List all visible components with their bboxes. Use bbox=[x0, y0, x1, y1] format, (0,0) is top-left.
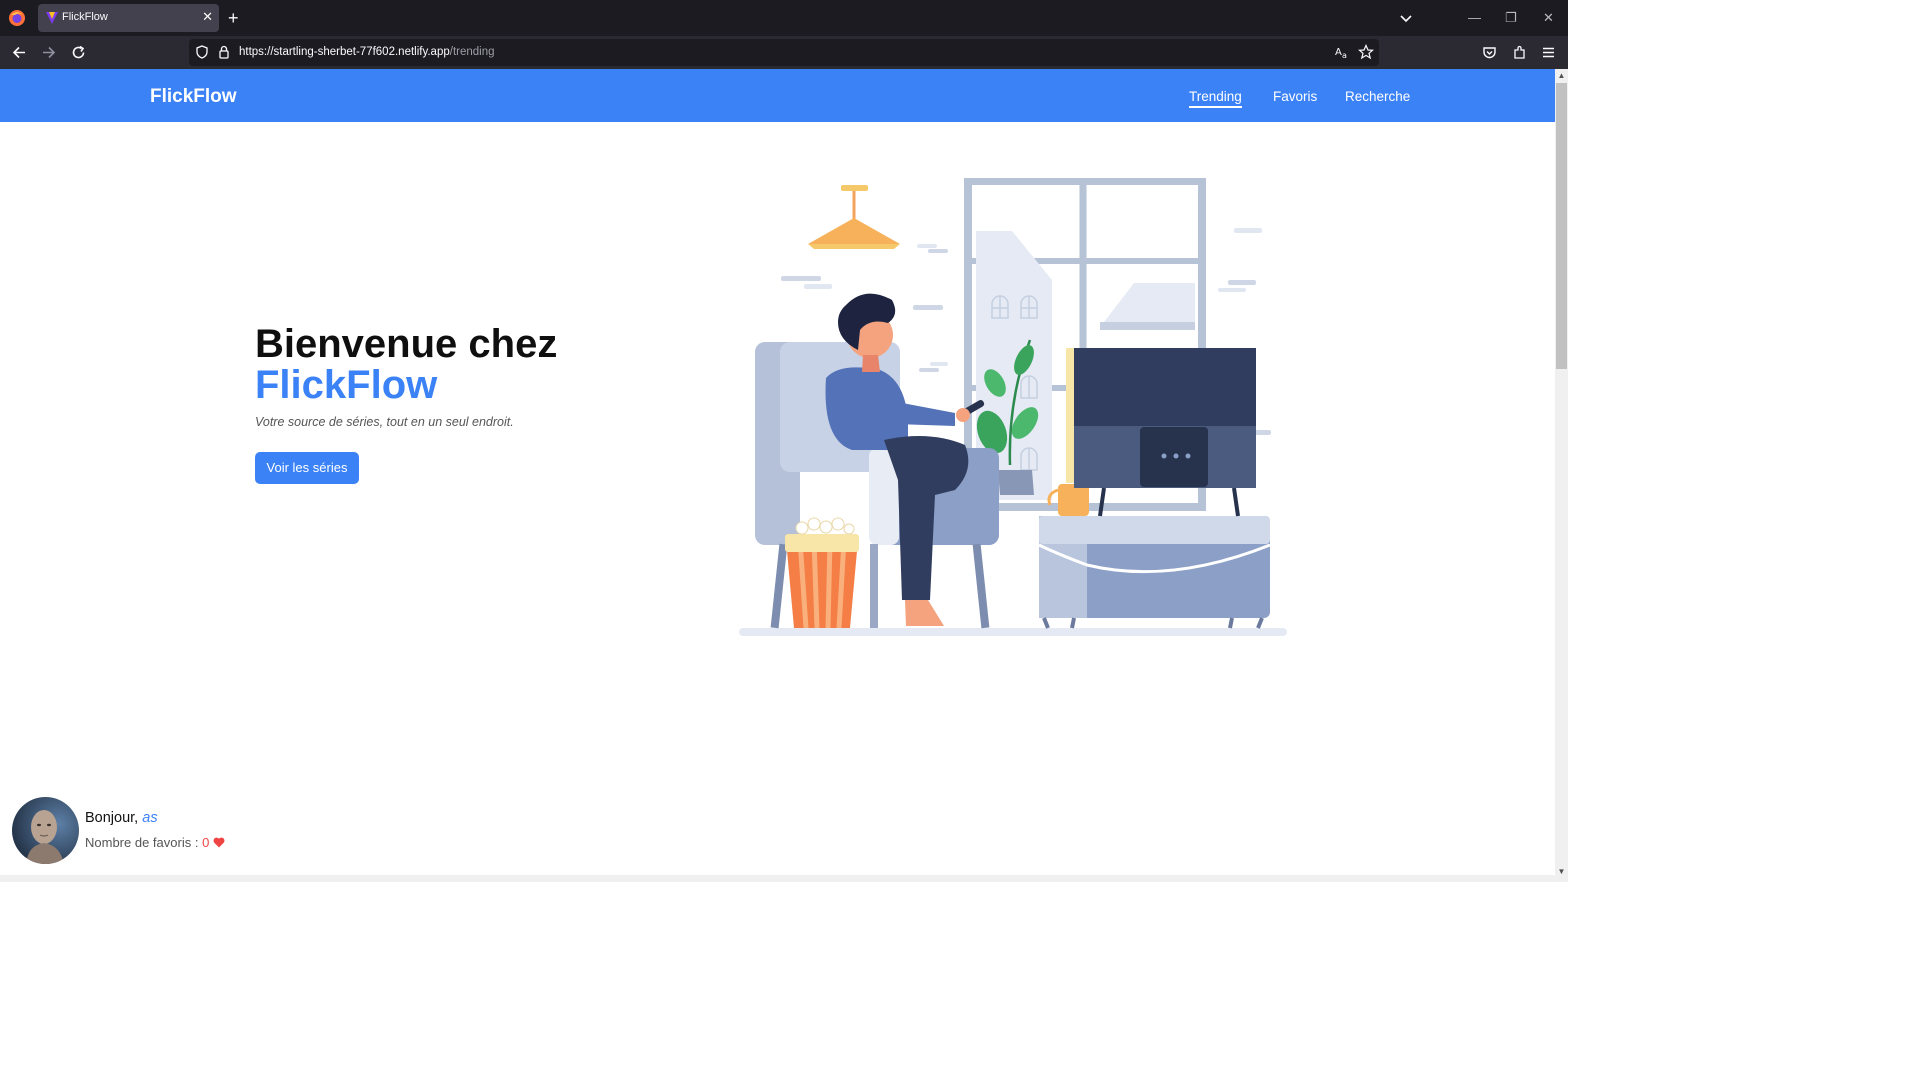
new-tab-icon[interactable]: + bbox=[228, 8, 239, 28]
favorites-count: Nombre de favoris : 0 bbox=[85, 835, 225, 850]
shield-icon[interactable] bbox=[194, 44, 210, 60]
greeting-text: Bonjour, bbox=[85, 810, 139, 826]
nav-link-recherche[interactable]: Recherche bbox=[1345, 89, 1410, 104]
tab-title: FlickFlow bbox=[62, 11, 108, 23]
reload-icon[interactable] bbox=[70, 44, 87, 61]
close-window-icon[interactable]: ✕ bbox=[1543, 8, 1554, 28]
chevron-down-icon[interactable] bbox=[1398, 10, 1414, 26]
avatar-portrait-icon bbox=[12, 797, 79, 864]
hero-title: Bienvenue chez FlickFlow bbox=[255, 324, 557, 406]
username: as bbox=[142, 810, 158, 826]
forward-arrow-icon[interactable] bbox=[40, 44, 57, 61]
hero-title-brand: FlickFlow bbox=[255, 363, 438, 407]
svg-text:A: A bbox=[1335, 47, 1342, 58]
pocket-icon[interactable] bbox=[1481, 44, 1498, 61]
hero-title-line1: Bienvenue chez bbox=[255, 322, 558, 366]
scrollbar-thumb[interactable] bbox=[1556, 83, 1567, 369]
scroll-down-icon[interactable]: ▼ bbox=[1556, 867, 1567, 876]
greeting: Bonjour, as bbox=[85, 810, 158, 826]
browser-tab-bar: FlickFlow ✕ + — ❐ ✕ bbox=[0, 0, 1568, 36]
heart-icon bbox=[213, 837, 225, 848]
hero-subtitle: Votre source de séries, tout en un seul … bbox=[255, 415, 514, 429]
favorites-count-value: 0 bbox=[202, 835, 210, 850]
firefox-logo-icon[interactable] bbox=[8, 9, 26, 27]
nav-link-favoris[interactable]: Favoris bbox=[1273, 89, 1317, 104]
see-series-button[interactable]: Voir les séries bbox=[255, 452, 359, 484]
nav-link-trending[interactable]: Trending bbox=[1189, 89, 1242, 108]
url-path: /trending bbox=[449, 46, 495, 58]
restore-icon[interactable]: ❐ bbox=[1505, 8, 1517, 28]
extensions-icon[interactable] bbox=[1511, 44, 1528, 61]
svg-text:a: a bbox=[1342, 51, 1347, 60]
vertical-scrollbar[interactable]: ▲ ▼ bbox=[1555, 69, 1568, 882]
avatar[interactable] bbox=[12, 797, 79, 864]
browser-nav-bar: https://startling-sherbet-77f602.netlify… bbox=[0, 36, 1568, 69]
url-text[interactable]: https://startling-sherbet-77f602.netlify… bbox=[239, 46, 495, 58]
minimize-icon[interactable]: — bbox=[1468, 8, 1481, 28]
translate-icon[interactable]: A a bbox=[1334, 44, 1350, 60]
hero-illustration bbox=[739, 178, 1287, 636]
url-host: https://startling-sherbet-77f602.netlify… bbox=[239, 46, 450, 58]
brand-logo[interactable]: FlickFlow bbox=[150, 86, 237, 108]
site-header: FlickFlow Trending Favoris Recherche bbox=[0, 69, 1555, 122]
favorites-label: Nombre de favoris : bbox=[85, 835, 199, 850]
bookmark-star-icon[interactable] bbox=[1358, 44, 1374, 60]
scroll-up-icon[interactable]: ▲ bbox=[1556, 71, 1567, 80]
flickflow-favicon-icon bbox=[46, 12, 58, 24]
lock-icon[interactable] bbox=[216, 44, 232, 60]
horizontal-scrollbar[interactable] bbox=[0, 875, 1555, 882]
menu-icon[interactable] bbox=[1540, 44, 1557, 61]
back-arrow-icon[interactable] bbox=[11, 44, 28, 61]
browser-tab[interactable]: FlickFlow ✕ bbox=[38, 4, 219, 32]
close-tab-icon[interactable]: ✕ bbox=[202, 9, 213, 25]
url-bar[interactable]: https://startling-sherbet-77f602.netlify… bbox=[189, 39, 1379, 66]
